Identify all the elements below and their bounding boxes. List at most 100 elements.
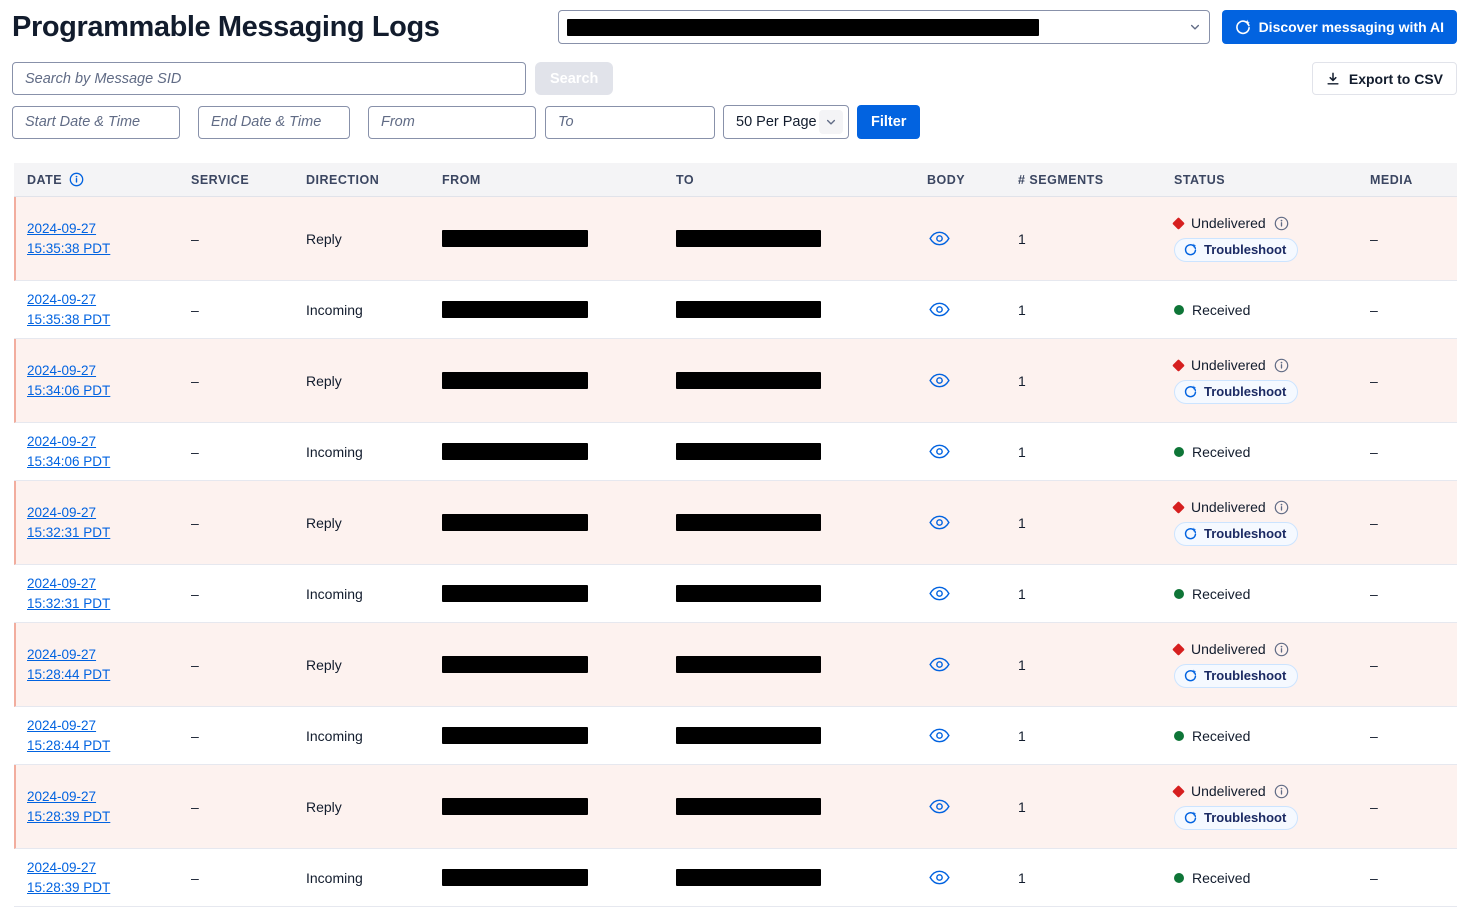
export-csv-button[interactable]: Export to CSV — [1312, 62, 1457, 95]
view-body-eye-icon[interactable] — [927, 868, 952, 887]
to-cell — [676, 372, 927, 389]
discover-messaging-ai-button[interactable]: Discover messaging with AI — [1222, 10, 1457, 44]
status-cell: Undelivered Troubleshoot — [1174, 641, 1370, 688]
status-cell: Received — [1174, 870, 1370, 886]
media-cell: – — [1370, 657, 1457, 673]
message-time-link[interactable]: 15:32:31 PDT — [27, 523, 110, 543]
message-time-link[interactable]: 15:35:38 PDT — [27, 310, 110, 330]
troubleshoot-button[interactable]: Troubleshoot — [1174, 664, 1298, 688]
view-body-eye-icon[interactable] — [927, 797, 952, 816]
message-date-link[interactable]: 2024-09-27 — [27, 645, 96, 665]
status-info-icon[interactable] — [1274, 358, 1289, 373]
view-body-eye-icon[interactable] — [927, 513, 952, 532]
ai-button-label: Discover messaging with AI — [1259, 19, 1444, 35]
message-time-link[interactable]: 15:28:44 PDT — [27, 665, 110, 685]
to-filter-input[interactable] — [545, 106, 715, 139]
message-date-link[interactable]: 2024-09-27 — [27, 574, 96, 594]
message-date-link[interactable]: 2024-09-27 — [27, 432, 96, 452]
media-cell: – — [1370, 231, 1457, 247]
status-label: Received — [1192, 728, 1250, 744]
troubleshoot-button[interactable]: Troubleshoot — [1174, 238, 1298, 262]
message-date-link[interactable]: 2024-09-27 — [27, 361, 96, 381]
view-body-eye-icon[interactable] — [927, 229, 952, 248]
troubleshoot-button[interactable]: Troubleshoot — [1174, 522, 1298, 546]
segments-cell: 1 — [1018, 302, 1174, 318]
redacted-to-number — [676, 727, 821, 744]
column-header-service: SERVICE — [191, 173, 306, 187]
view-body-eye-icon[interactable] — [927, 300, 952, 319]
end-date-input[interactable] — [198, 106, 350, 139]
redacted-to-number — [676, 869, 821, 886]
view-body-eye-icon[interactable] — [927, 584, 952, 603]
message-date-link[interactable]: 2024-09-27 — [27, 716, 96, 736]
direction-cell: Reply — [306, 799, 442, 815]
message-date-link[interactable]: 2024-09-27 — [27, 503, 96, 523]
message-time-link[interactable]: 15:34:06 PDT — [27, 381, 110, 401]
from-cell — [442, 301, 676, 318]
status-info-icon[interactable] — [1274, 784, 1289, 799]
body-cell — [927, 797, 1018, 816]
message-time-link[interactable]: 15:28:44 PDT — [27, 736, 110, 756]
message-time-link[interactable]: 15:34:06 PDT — [27, 452, 110, 472]
troubleshoot-button[interactable]: Troubleshoot — [1174, 806, 1298, 830]
status-label: Received — [1192, 444, 1250, 460]
ai-sparkle-icon — [1184, 243, 1197, 256]
view-body-eye-icon[interactable] — [927, 655, 952, 674]
column-header-from: FROM — [442, 173, 676, 187]
segments-cell: 1 — [1018, 373, 1174, 389]
status-cell: Undelivered Troubleshoot — [1174, 215, 1370, 262]
redacted-to-number — [676, 656, 821, 673]
status-info-icon[interactable] — [1274, 500, 1289, 515]
per-page-dropdown[interactable]: 50 Per Page — [723, 105, 849, 139]
view-body-eye-icon[interactable] — [927, 726, 952, 745]
direction-cell: Reply — [306, 373, 442, 389]
column-header-to: TO — [676, 173, 927, 187]
status-label: Undelivered — [1191, 357, 1266, 373]
message-date-link[interactable]: 2024-09-27 — [27, 219, 96, 239]
direction-cell: Incoming — [306, 302, 442, 318]
column-header-media: MEDIA — [1370, 173, 1457, 187]
direction-cell: Reply — [306, 515, 442, 531]
table-row: 2024-09-27 15:34:06 PDT – Incoming 1 Rec… — [14, 423, 1457, 481]
ai-sparkle-icon — [1184, 669, 1197, 682]
media-cell: – — [1370, 870, 1457, 886]
filter-button[interactable]: Filter — [857, 105, 920, 139]
column-header-status: STATUS — [1174, 173, 1370, 187]
table-body: 2024-09-27 15:35:38 PDT – Reply 1 Undeli… — [14, 197, 1457, 907]
body-cell — [927, 442, 1018, 461]
search-button[interactable]: Search — [535, 62, 613, 95]
message-time-link[interactable]: 15:35:38 PDT — [27, 239, 110, 259]
status-cell: Received — [1174, 444, 1370, 460]
direction-cell: Incoming — [306, 444, 442, 460]
from-cell — [442, 514, 676, 531]
service-cell: – — [191, 231, 306, 247]
status-info-icon[interactable] — [1274, 216, 1289, 231]
troubleshoot-button[interactable]: Troubleshoot — [1174, 380, 1298, 404]
status-info-icon[interactable] — [1274, 642, 1289, 657]
date-info-icon[interactable] — [69, 172, 84, 187]
start-date-input[interactable] — [12, 106, 180, 139]
from-filter-input[interactable] — [368, 106, 536, 139]
direction-cell: Reply — [306, 231, 442, 247]
service-cell: – — [191, 586, 306, 602]
message-date-link[interactable]: 2024-09-27 — [27, 290, 96, 310]
troubleshoot-label: Troubleshoot — [1204, 384, 1286, 399]
redacted-from-number — [442, 656, 588, 673]
troubleshoot-label: Troubleshoot — [1204, 526, 1286, 541]
column-header-body: BODY — [927, 173, 1018, 187]
message-date-link[interactable]: 2024-09-27 — [27, 787, 96, 807]
direction-cell: Reply — [306, 657, 442, 673]
message-time-link[interactable]: 15:28:39 PDT — [27, 807, 110, 827]
message-time-link[interactable]: 15:28:39 PDT — [27, 878, 110, 898]
message-time-link[interactable]: 15:32:31 PDT — [27, 594, 110, 614]
messaging-logs-page: Programmable Messaging Logs Discover mes… — [0, 0, 1475, 907]
column-header-date: DATE — [27, 172, 191, 187]
message-date-link[interactable]: 2024-09-27 — [27, 858, 96, 878]
redacted-from-number — [442, 869, 588, 886]
messaging-service-dropdown[interactable] — [558, 10, 1210, 44]
search-input[interactable] — [12, 62, 526, 95]
view-body-eye-icon[interactable] — [927, 442, 952, 461]
view-body-eye-icon[interactable] — [927, 371, 952, 390]
segments-cell: 1 — [1018, 586, 1174, 602]
redacted-to-number — [676, 230, 821, 247]
